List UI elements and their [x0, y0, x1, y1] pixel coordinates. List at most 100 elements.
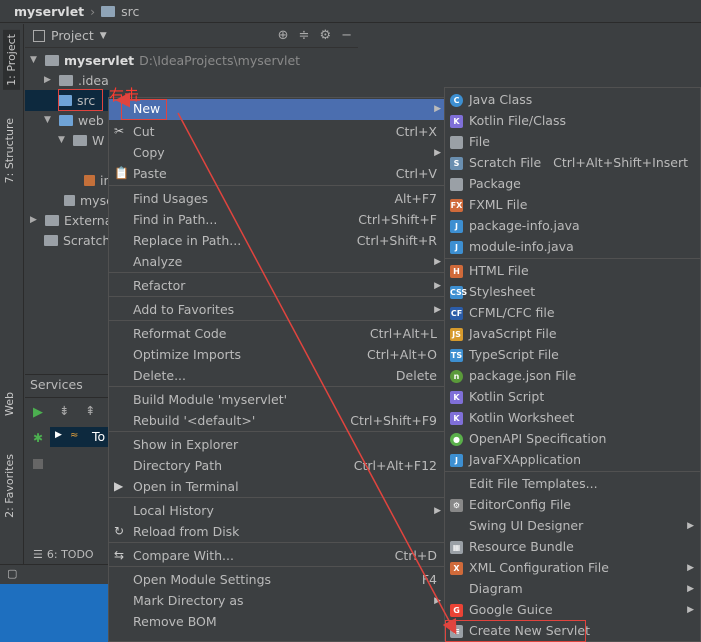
- locate-icon[interactable]: ⊕: [278, 28, 289, 43]
- submenu-item-stylesheet[interactable]: CSS Stylesheet: [445, 282, 700, 303]
- submenu-item-javafxapplication[interactable]: J JavaFXApplication: [445, 450, 700, 471]
- project-panel-title[interactable]: Project: [51, 28, 94, 43]
- submenu-item-label: module-info.java: [469, 239, 574, 254]
- menu-item-optimize-imports[interactable]: Optimize Imports Ctrl+Alt+O: [109, 345, 445, 366]
- expand-arrow-icon[interactable]: ▼: [30, 55, 40, 65]
- menu-item-analyze[interactable]: Analyze ▶: [109, 252, 445, 273]
- folder-icon: [59, 74, 73, 86]
- tree-row-webinf[interactable]: ▼ W: [58, 130, 104, 150]
- breadcrumb-project[interactable]: myservlet: [14, 4, 84, 19]
- tree-row-external[interactable]: ▶ External: [30, 210, 116, 230]
- submenu-arrow-icon: ▶: [687, 563, 694, 573]
- menu-item-open-module-settings[interactable]: Open Module Settings F4: [109, 570, 445, 591]
- submenu-item-xml-configuration-file[interactable]: X XML Configuration File ▶: [445, 558, 700, 579]
- tab-structure[interactable]: 7: Structure: [3, 118, 16, 183]
- tree-row-web[interactable]: ▼ web: [44, 110, 104, 130]
- tab-project[interactable]: 1: Project: [3, 30, 20, 90]
- expand-arrow-icon[interactable]: ▼: [58, 135, 68, 145]
- run-icon[interactable]: ▶: [33, 405, 43, 420]
- menu-item-label: Replace in Path...: [133, 233, 242, 248]
- menu-item-label: Open Module Settings: [133, 572, 272, 587]
- tree-row-project-root[interactable]: ▼ myservlet D:\IdeaProjects\myservlet: [30, 50, 300, 70]
- submenu-item-scratch-file[interactable]: S Scratch File Ctrl+Alt+Shift+Insert: [445, 153, 700, 174]
- submenu-item-google-guice[interactable]: G Google Guice ▶: [445, 600, 700, 621]
- tab-web[interactable]: Web: [3, 392, 16, 416]
- menu-item-remove-bom[interactable]: Remove BOM: [109, 612, 445, 633]
- submenu-item-kotlin-script[interactable]: K Kotlin Script: [445, 387, 700, 408]
- submenu-item-kotlin-worksheet[interactable]: K Kotlin Worksheet: [445, 408, 700, 429]
- expand-arrow-icon[interactable]: ▼: [44, 115, 54, 125]
- collapse-icon[interactable]: ≑: [299, 28, 310, 43]
- list-icon: ☰: [33, 547, 43, 561]
- menu-item-replace-in-path[interactable]: Replace in Path... Ctrl+Shift+R: [109, 231, 445, 252]
- submenu-item-label: HTML File: [469, 263, 529, 278]
- collapse-arrow-icon[interactable]: ▶: [44, 75, 54, 85]
- menu-item-label: Reformat Code: [133, 326, 227, 341]
- collapse-all-icon[interactable]: ⇞: [85, 403, 95, 418]
- debug-icon[interactable]: ✱: [33, 431, 43, 445]
- menu-item-compare-with[interactable]: ⇆ Compare With... Ctrl+D: [109, 546, 445, 567]
- submenu-item-create-new-servlet[interactable]: ≡ Create New Servlet: [445, 620, 700, 642]
- expand-arrow-icon[interactable]: ▶: [55, 430, 62, 440]
- menu-item-refactor[interactable]: Refactor ▶: [109, 276, 445, 297]
- submenu-item-label: FXML File: [469, 197, 528, 212]
- submenu-item-package[interactable]: Package: [445, 174, 700, 195]
- todo-tab[interactable]: 6: TODO: [47, 548, 94, 561]
- submenu-item-kotlin-file-class[interactable]: K Kotlin File/Class: [445, 111, 700, 132]
- tree-row-iml[interactable]: myse: [64, 190, 114, 210]
- menu-item-reload-from-disk[interactable]: ↻ Reload from Disk: [109, 522, 445, 543]
- collapse-arrow-icon[interactable]: ▶: [30, 215, 40, 225]
- submenu-item-edit-file-templates[interactable]: Edit File Templates...: [445, 474, 700, 495]
- tree-label: myservlet: [64, 52, 135, 68]
- menu-item-cut[interactable]: ✂ Cut Ctrl+X: [109, 122, 445, 143]
- chevron-down-icon[interactable]: ▼: [100, 31, 107, 41]
- submenu-item-fxml-file[interactable]: FX FXML File: [445, 195, 700, 216]
- expand-all-icon[interactable]: ⇟: [59, 403, 69, 418]
- submenu-item-cfml-cfc-file[interactable]: CF CFML/CFC file: [445, 303, 700, 324]
- menu-item-rebuild-default[interactable]: Rebuild '<default>' Ctrl+Shift+F9: [109, 411, 445, 432]
- submenu-item-openapi-specification[interactable]: ● OpenAPI Specification: [445, 429, 700, 450]
- submenu-item-package-info-java[interactable]: Jpackage-info.java: [445, 216, 700, 237]
- minimize-icon[interactable]: −: [341, 28, 352, 43]
- submenu-item-html-file[interactable]: H HTML File: [445, 261, 700, 282]
- submenu-item-typescript-file[interactable]: TS TypeScript File: [445, 345, 700, 366]
- submenu-item-file[interactable]: File: [445, 132, 700, 153]
- stop-icon[interactable]: [33, 459, 43, 469]
- menu-item-label: Copy: [133, 145, 165, 160]
- divider: [25, 397, 109, 398]
- submenu-item-label: Google Guice: [469, 602, 553, 617]
- submenu-item-java-class[interactable]: C Java Class: [445, 90, 700, 111]
- annotation-box-src: [58, 89, 103, 111]
- menu-item-local-history[interactable]: Local History ▶: [109, 501, 445, 522]
- submenu-item-editorconfig-file[interactable]: ⚙ EditorConfig File: [445, 495, 700, 516]
- tree-row-scratches[interactable]: Scratche: [44, 230, 118, 250]
- menu-item-add-to-favorites[interactable]: Add to Favorites ▶: [109, 300, 445, 321]
- menu-item-build-module-myservlet[interactable]: Build Module 'myservlet': [109, 390, 445, 411]
- menu-item-label: Paste: [133, 166, 167, 181]
- menu-item-open-in-terminal[interactable]: ▶ Open in Terminal: [109, 477, 445, 498]
- breadcrumb-folder[interactable]: src: [121, 4, 139, 19]
- menu-item-show-in-explorer[interactable]: Show in Explorer: [109, 435, 445, 456]
- tree-row-idea[interactable]: ▶ .idea: [44, 70, 109, 90]
- layout-icon[interactable]: ▢: [7, 567, 17, 580]
- submenu-item-diagram[interactable]: Diagram ▶: [445, 579, 700, 600]
- tab-favorites[interactable]: 2: Favorites: [3, 454, 16, 518]
- gear-icon[interactable]: ⚙: [319, 28, 331, 43]
- submenu-item-module-info-java[interactable]: Jmodule-info.java: [445, 237, 700, 258]
- submenu-item-javascript-file[interactable]: JS JavaScript File: [445, 324, 700, 345]
- submenu-item-resource-bundle[interactable]: ▦ Resource Bundle: [445, 537, 700, 558]
- menu-item-find-in-path[interactable]: Find in Path... Ctrl+Shift+F: [109, 210, 445, 231]
- menu-item-reformat-code[interactable]: Reformat Code Ctrl+Alt+L: [109, 324, 445, 345]
- menu-item-shortcut: Ctrl+Alt+F12: [353, 458, 437, 473]
- openapi-specification-icon: ●: [450, 433, 463, 446]
- submenu-item-swing-ui-designer[interactable]: Swing UI Designer ▶: [445, 516, 700, 537]
- menu-item-shortcut: F4: [421, 572, 437, 587]
- submenu-item-package-json-file[interactable]: n package.json File: [445, 366, 700, 387]
- menu-item-directory-path[interactable]: Directory Path Ctrl+Alt+F12: [109, 456, 445, 477]
- services-selected-row[interactable]: ▶ ≈ To: [50, 427, 109, 447]
- menu-item-delete[interactable]: Delete... Delete: [109, 366, 445, 387]
- menu-item-paste[interactable]: 📋 Paste Ctrl+V: [109, 164, 445, 185]
- menu-item-find-usages[interactable]: Find Usages Alt+F7: [109, 189, 445, 210]
- menu-item-mark-directory-as[interactable]: Mark Directory as ▶: [109, 591, 445, 612]
- menu-item-copy[interactable]: Copy ▶: [109, 143, 445, 164]
